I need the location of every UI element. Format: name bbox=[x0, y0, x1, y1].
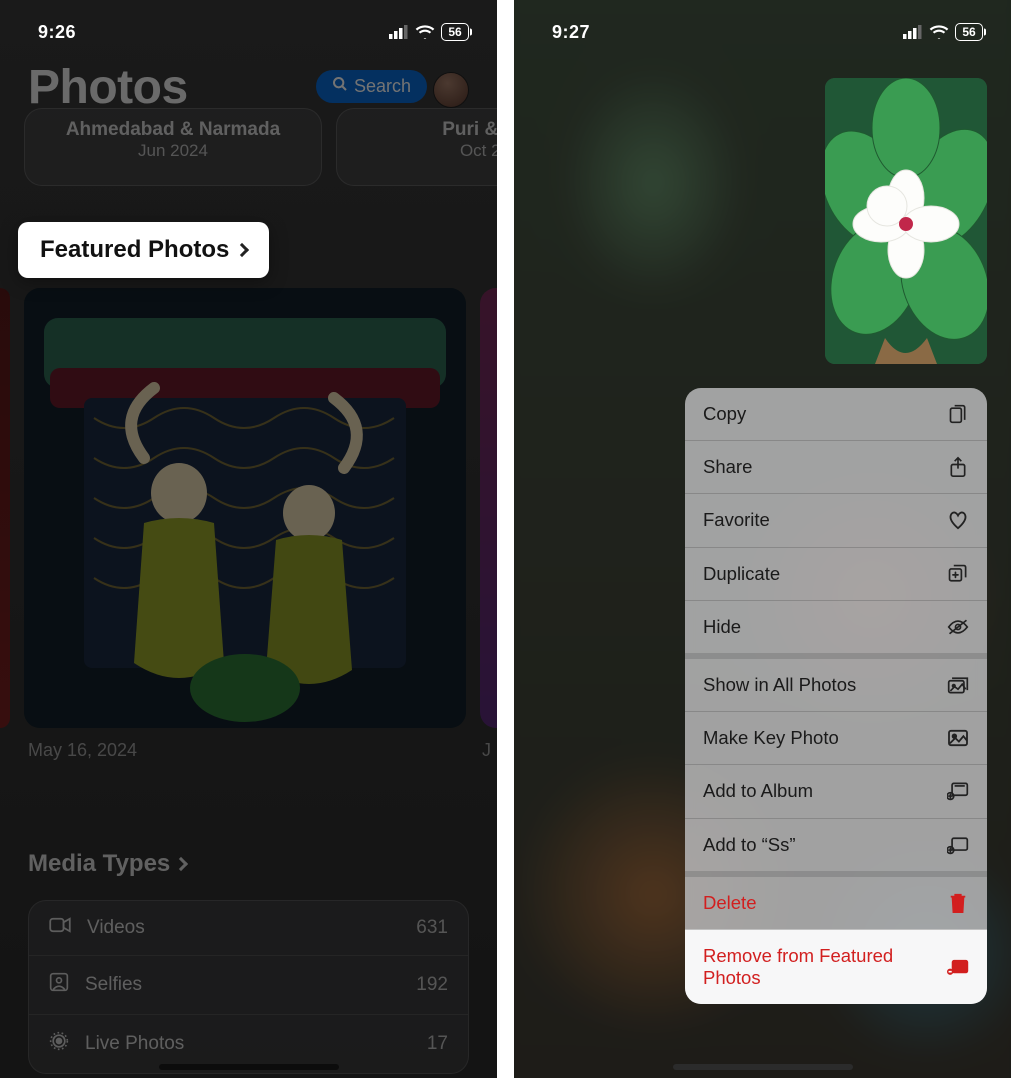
menu-label: Make Key Photo bbox=[703, 727, 839, 749]
cellular-icon bbox=[389, 25, 409, 39]
featured-photos-header[interactable]: Featured Photos bbox=[18, 222, 269, 278]
menu-key-photo[interactable]: Make Key Photo bbox=[685, 711, 987, 764]
chevron-right-icon bbox=[235, 243, 249, 257]
dim-overlay bbox=[0, 0, 497, 1078]
left-screenshot: Photos Search Ahmedabad & Narmada Jun 20… bbox=[0, 0, 497, 1078]
menu-label: Share bbox=[703, 456, 752, 478]
featured-photos-label: Featured Photos bbox=[40, 236, 229, 264]
menu-label: Show in All Photos bbox=[703, 674, 856, 696]
menu-add-album[interactable]: Add to Album bbox=[685, 764, 987, 817]
menu-duplicate[interactable]: Duplicate bbox=[685, 547, 987, 600]
menu-hide[interactable]: Hide bbox=[685, 600, 987, 653]
wifi-icon bbox=[415, 25, 435, 39]
copy-icon bbox=[947, 403, 969, 425]
status-time: 9:26 bbox=[38, 22, 76, 43]
menu-copy[interactable]: Copy bbox=[685, 388, 987, 440]
menu-label: Delete bbox=[703, 892, 756, 914]
status-icons: 56 bbox=[389, 23, 469, 41]
menu-label: Hide bbox=[703, 616, 741, 638]
wifi-icon bbox=[929, 25, 949, 39]
share-icon bbox=[947, 456, 969, 478]
menu-remove-featured[interactable]: Remove from Featured Photos bbox=[685, 929, 987, 1004]
photo-icon bbox=[947, 727, 969, 749]
cellular-icon bbox=[903, 25, 923, 39]
context-preview-photo[interactable] bbox=[825, 78, 987, 364]
trash-icon bbox=[947, 892, 969, 914]
menu-label: Add to Album bbox=[703, 780, 813, 802]
right-screenshot: 9:27 56 bbox=[514, 0, 1011, 1078]
battery-indicator: 56 bbox=[955, 23, 983, 41]
menu-label: Add to “Ss” bbox=[703, 834, 796, 856]
context-menu: Copy Share Favorite Duplicate Hide Show … bbox=[685, 388, 987, 1004]
album-add-icon bbox=[947, 780, 969, 802]
rect-add-icon bbox=[947, 834, 969, 856]
stack-icon bbox=[947, 674, 969, 696]
menu-add-to-ss[interactable]: Add to “Ss” bbox=[685, 818, 987, 871]
heart-icon bbox=[947, 509, 969, 531]
status-bar: 9:26 56 bbox=[0, 0, 497, 52]
menu-favorite[interactable]: Favorite bbox=[685, 493, 987, 546]
menu-label: Favorite bbox=[703, 509, 770, 531]
home-indicator[interactable] bbox=[673, 1064, 853, 1070]
status-time: 9:27 bbox=[552, 22, 590, 43]
menu-label: Duplicate bbox=[703, 563, 780, 585]
battery-indicator: 56 bbox=[441, 23, 469, 41]
menu-delete[interactable]: Delete bbox=[685, 871, 987, 929]
status-bar: 9:27 56 bbox=[514, 0, 1011, 52]
eye-off-icon bbox=[947, 616, 969, 638]
screenshot-divider bbox=[497, 0, 514, 1078]
status-icons: 56 bbox=[903, 23, 983, 41]
menu-share[interactable]: Share bbox=[685, 440, 987, 493]
menu-show-all[interactable]: Show in All Photos bbox=[685, 653, 987, 711]
menu-label: Copy bbox=[703, 403, 746, 425]
duplicate-icon bbox=[947, 563, 969, 585]
remove-featured-icon bbox=[947, 956, 969, 978]
menu-label: Remove from Featured Photos bbox=[703, 945, 913, 989]
